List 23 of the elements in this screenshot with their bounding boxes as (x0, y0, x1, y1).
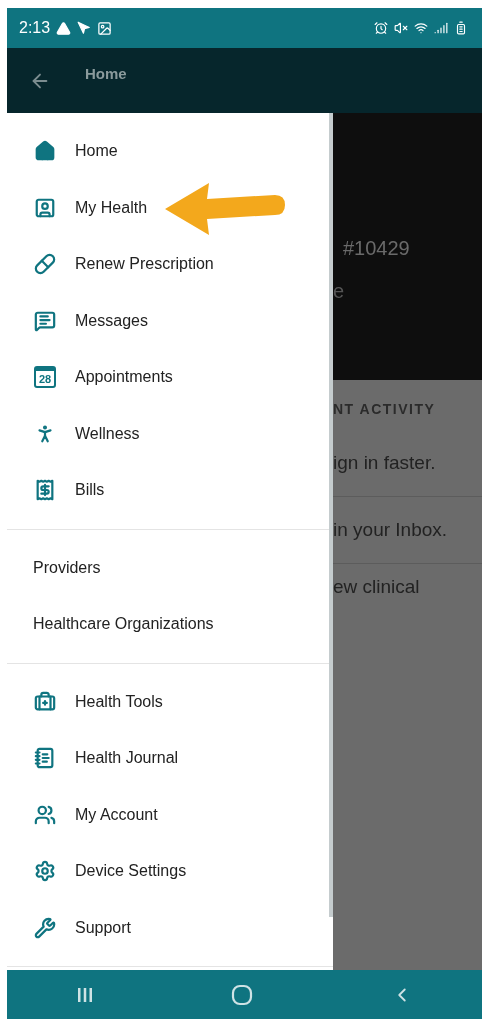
account-number: #10429 (343, 237, 411, 260)
status-time: 2:13 (19, 19, 51, 37)
drawer-item[interactable]: Messages (7, 292, 333, 349)
drawer-item[interactable]: Device Settings (7, 843, 333, 900)
drawer-item[interactable]: Providers (7, 539, 333, 596)
drawer-item[interactable]: Bills (7, 462, 333, 519)
section-title: NT ACTIVITY (333, 400, 437, 419)
drawer-item[interactable]: 28 Appointments (7, 349, 333, 406)
drawer-item[interactable]: Renew Prescription (7, 236, 333, 293)
drawer-item[interactable]: Home (7, 123, 333, 180)
drawer-item[interactable]: Health Journal (7, 730, 333, 787)
drawer-item[interactable]: Healthcare Organizations (7, 596, 333, 653)
app-bar-title: Home (85, 65, 127, 82)
drawer-item[interactable]: Support (7, 899, 333, 956)
drawer-item[interactable]: Health Tools (7, 673, 333, 730)
activity-text: ign in faster. (333, 452, 436, 474)
drawer-item[interactable]: Wellness (7, 405, 333, 462)
drawer-item[interactable]: My Account (7, 786, 333, 843)
drawer-item[interactable]: My Health (7, 179, 333, 236)
activity-text: in your Inbox. (333, 519, 448, 541)
calendar-icon: 28 (34, 366, 56, 389)
activity-text: ew clinical (333, 576, 420, 598)
header-text-fragment: e (333, 280, 346, 303)
